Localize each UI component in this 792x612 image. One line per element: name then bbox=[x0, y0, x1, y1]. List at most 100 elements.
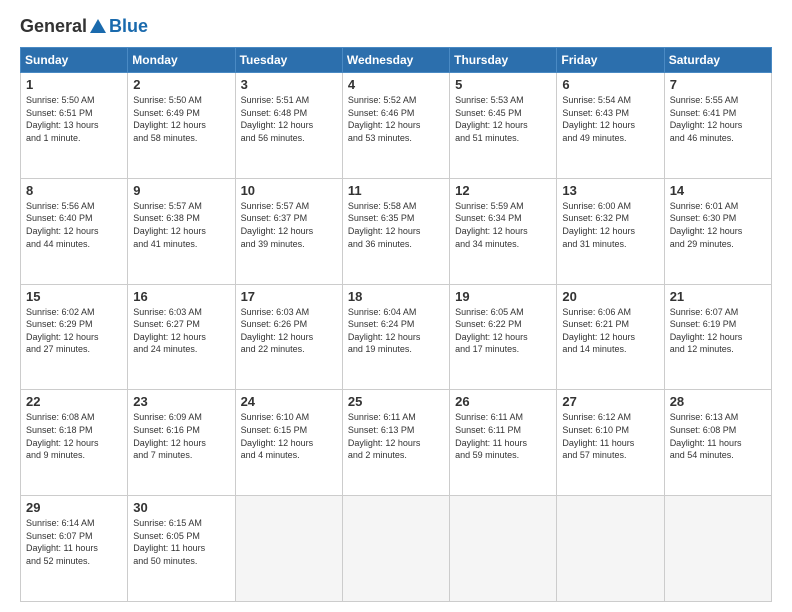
day-info: Sunrise: 6:09 AMSunset: 6:16 PMDaylight:… bbox=[133, 412, 206, 460]
day-cell: 30 Sunrise: 6:15 AMSunset: 6:05 PMDayligh… bbox=[128, 496, 235, 602]
day-number: 18 bbox=[348, 289, 444, 304]
week-row-2: 8 Sunrise: 5:56 AMSunset: 6:40 PMDaylight… bbox=[21, 178, 772, 284]
day-number: 19 bbox=[455, 289, 551, 304]
day-info: Sunrise: 5:57 AMSunset: 6:38 PMDaylight:… bbox=[133, 201, 206, 249]
day-cell: 18 Sunrise: 6:04 AMSunset: 6:24 PMDayligh… bbox=[342, 284, 449, 390]
day-info: Sunrise: 5:53 AMSunset: 6:45 PMDaylight:… bbox=[455, 95, 528, 143]
day-info: Sunrise: 6:02 AMSunset: 6:29 PMDaylight:… bbox=[26, 307, 99, 355]
day-cell: 17 Sunrise: 6:03 AMSunset: 6:26 PMDayligh… bbox=[235, 284, 342, 390]
weekday-tuesday: Tuesday bbox=[235, 48, 342, 73]
week-row-3: 15 Sunrise: 6:02 AMSunset: 6:29 PMDayligh… bbox=[21, 284, 772, 390]
day-cell: 3 Sunrise: 5:51 AMSunset: 6:48 PMDaylight… bbox=[235, 73, 342, 179]
day-number: 11 bbox=[348, 183, 444, 198]
day-number: 14 bbox=[670, 183, 766, 198]
day-info: Sunrise: 5:54 AMSunset: 6:43 PMDaylight:… bbox=[562, 95, 635, 143]
day-number: 5 bbox=[455, 77, 551, 92]
day-cell: 7Sunrise: 5:55 AMSunset: 6:41 PMDaylight… bbox=[664, 73, 771, 179]
day-cell: 8 Sunrise: 5:56 AMSunset: 6:40 PMDaylight… bbox=[21, 178, 128, 284]
day-number: 10 bbox=[241, 183, 337, 198]
day-info: Sunrise: 5:57 AMSunset: 6:37 PMDaylight:… bbox=[241, 201, 314, 249]
day-number: 25 bbox=[348, 394, 444, 409]
day-cell: 1 Sunrise: 5:50 AMSunset: 6:51 PMDaylight… bbox=[21, 73, 128, 179]
day-cell: 6 Sunrise: 5:54 AMSunset: 6:43 PMDaylight… bbox=[557, 73, 664, 179]
day-cell: 11 Sunrise: 5:58 AMSunset: 6:35 PMDayligh… bbox=[342, 178, 449, 284]
day-number: 7 bbox=[670, 77, 766, 92]
day-cell bbox=[235, 496, 342, 602]
day-info: Sunrise: 6:03 AMSunset: 6:27 PMDaylight:… bbox=[133, 307, 206, 355]
day-cell: 15 Sunrise: 6:02 AMSunset: 6:29 PMDayligh… bbox=[21, 284, 128, 390]
logo: General Blue bbox=[20, 16, 148, 37]
week-row-5: 29 Sunrise: 6:14 AMSunset: 6:07 PMDayligh… bbox=[21, 496, 772, 602]
day-info: Sunrise: 6:03 AMSunset: 6:26 PMDaylight:… bbox=[241, 307, 314, 355]
day-info: Sunrise: 6:07 AMSunset: 6:19 PMDaylight:… bbox=[670, 307, 743, 355]
day-info: Sunrise: 5:52 AMSunset: 6:46 PMDaylight:… bbox=[348, 95, 421, 143]
day-info: Sunrise: 5:51 AMSunset: 6:48 PMDaylight:… bbox=[241, 95, 314, 143]
day-info: Sunrise: 6:13 AMSunset: 6:08 PMDaylight:… bbox=[670, 412, 742, 460]
calendar-body: 1 Sunrise: 5:50 AMSunset: 6:51 PMDaylight… bbox=[21, 73, 772, 602]
weekday-monday: Monday bbox=[128, 48, 235, 73]
day-cell: 19 Sunrise: 6:05 AMSunset: 6:22 PMDayligh… bbox=[450, 284, 557, 390]
day-cell: 26 Sunrise: 6:11 AMSunset: 6:11 PMDayligh… bbox=[450, 390, 557, 496]
day-number: 26 bbox=[455, 394, 551, 409]
day-number: 27 bbox=[562, 394, 658, 409]
day-info: Sunrise: 6:04 AMSunset: 6:24 PMDaylight:… bbox=[348, 307, 421, 355]
day-info: Sunrise: 6:05 AMSunset: 6:22 PMDaylight:… bbox=[455, 307, 528, 355]
day-number: 17 bbox=[241, 289, 337, 304]
day-number: 29 bbox=[26, 500, 122, 515]
day-info: Sunrise: 5:59 AMSunset: 6:34 PMDaylight:… bbox=[455, 201, 528, 249]
week-row-1: 1 Sunrise: 5:50 AMSunset: 6:51 PMDaylight… bbox=[21, 73, 772, 179]
day-info: Sunrise: 5:56 AMSunset: 6:40 PMDaylight:… bbox=[26, 201, 99, 249]
day-number: 1 bbox=[26, 77, 122, 92]
header: General Blue bbox=[20, 16, 772, 37]
day-info: Sunrise: 6:11 AMSunset: 6:11 PMDaylight:… bbox=[455, 412, 527, 460]
day-info: Sunrise: 6:01 AMSunset: 6:30 PMDaylight:… bbox=[670, 201, 743, 249]
day-number: 3 bbox=[241, 77, 337, 92]
logo-icon bbox=[88, 17, 108, 37]
day-cell: 25Sunrise: 6:11 AMSunset: 6:13 PMDayligh… bbox=[342, 390, 449, 496]
day-cell: 20 Sunrise: 6:06 AMSunset: 6:21 PMDayligh… bbox=[557, 284, 664, 390]
day-number: 8 bbox=[26, 183, 122, 198]
day-number: 22 bbox=[26, 394, 122, 409]
day-cell: 24 Sunrise: 6:10 AMSunset: 6:15 PMDayligh… bbox=[235, 390, 342, 496]
day-cell: 12 Sunrise: 5:59 AMSunset: 6:34 PMDayligh… bbox=[450, 178, 557, 284]
day-cell: 27Sunrise: 6:12 AMSunset: 6:10 PMDayligh… bbox=[557, 390, 664, 496]
day-cell: 21Sunrise: 6:07 AMSunset: 6:19 PMDayligh… bbox=[664, 284, 771, 390]
day-cell: 28 Sunrise: 6:13 AMSunset: 6:08 PMDayligh… bbox=[664, 390, 771, 496]
day-number: 2 bbox=[133, 77, 229, 92]
day-number: 20 bbox=[562, 289, 658, 304]
day-info: Sunrise: 5:58 AMSunset: 6:35 PMDaylight:… bbox=[348, 201, 421, 249]
day-info: Sunrise: 6:14 AMSunset: 6:07 PMDaylight:… bbox=[26, 518, 98, 566]
day-number: 6 bbox=[562, 77, 658, 92]
day-number: 12 bbox=[455, 183, 551, 198]
day-cell: 16Sunrise: 6:03 AMSunset: 6:27 PMDayligh… bbox=[128, 284, 235, 390]
weekday-wednesday: Wednesday bbox=[342, 48, 449, 73]
day-info: Sunrise: 6:15 AMSunset: 6:05 PMDaylight:… bbox=[133, 518, 205, 566]
calendar: SundayMondayTuesdayWednesdayThursdayFrid… bbox=[20, 47, 772, 602]
page: General Blue SundayMondayTuesdayWednesda… bbox=[0, 0, 792, 612]
day-cell: 2 Sunrise: 5:50 AMSunset: 6:49 PMDaylight… bbox=[128, 73, 235, 179]
day-number: 24 bbox=[241, 394, 337, 409]
day-cell: 22 Sunrise: 6:08 AMSunset: 6:18 PMDayligh… bbox=[21, 390, 128, 496]
logo-blue: Blue bbox=[109, 16, 148, 37]
day-cell: 10 Sunrise: 5:57 AMSunset: 6:37 PMDayligh… bbox=[235, 178, 342, 284]
day-cell: 13 Sunrise: 6:00 AMSunset: 6:32 PMDayligh… bbox=[557, 178, 664, 284]
weekday-header: SundayMondayTuesdayWednesdayThursdayFrid… bbox=[21, 48, 772, 73]
day-cell: 29 Sunrise: 6:14 AMSunset: 6:07 PMDayligh… bbox=[21, 496, 128, 602]
day-info: Sunrise: 5:50 AMSunset: 6:51 PMDaylight:… bbox=[26, 95, 99, 143]
day-info: Sunrise: 5:50 AMSunset: 6:49 PMDaylight:… bbox=[133, 95, 206, 143]
day-cell: 14 Sunrise: 6:01 AMSunset: 6:30 PMDayligh… bbox=[664, 178, 771, 284]
day-number: 30 bbox=[133, 500, 229, 515]
day-info: Sunrise: 6:06 AMSunset: 6:21 PMDaylight:… bbox=[562, 307, 635, 355]
day-number: 4 bbox=[348, 77, 444, 92]
day-number: 13 bbox=[562, 183, 658, 198]
day-number: 28 bbox=[670, 394, 766, 409]
day-cell bbox=[342, 496, 449, 602]
day-info: Sunrise: 6:10 AMSunset: 6:15 PMDaylight:… bbox=[241, 412, 314, 460]
day-cell bbox=[664, 496, 771, 602]
day-number: 15 bbox=[26, 289, 122, 304]
day-cell: 4 Sunrise: 5:52 AMSunset: 6:46 PMDaylight… bbox=[342, 73, 449, 179]
day-number: 9 bbox=[133, 183, 229, 198]
day-info: Sunrise: 6:08 AMSunset: 6:18 PMDaylight:… bbox=[26, 412, 99, 460]
day-cell: 9 Sunrise: 5:57 AMSunset: 6:38 PMDaylight… bbox=[128, 178, 235, 284]
day-info: Sunrise: 6:00 AMSunset: 6:32 PMDaylight:… bbox=[562, 201, 635, 249]
